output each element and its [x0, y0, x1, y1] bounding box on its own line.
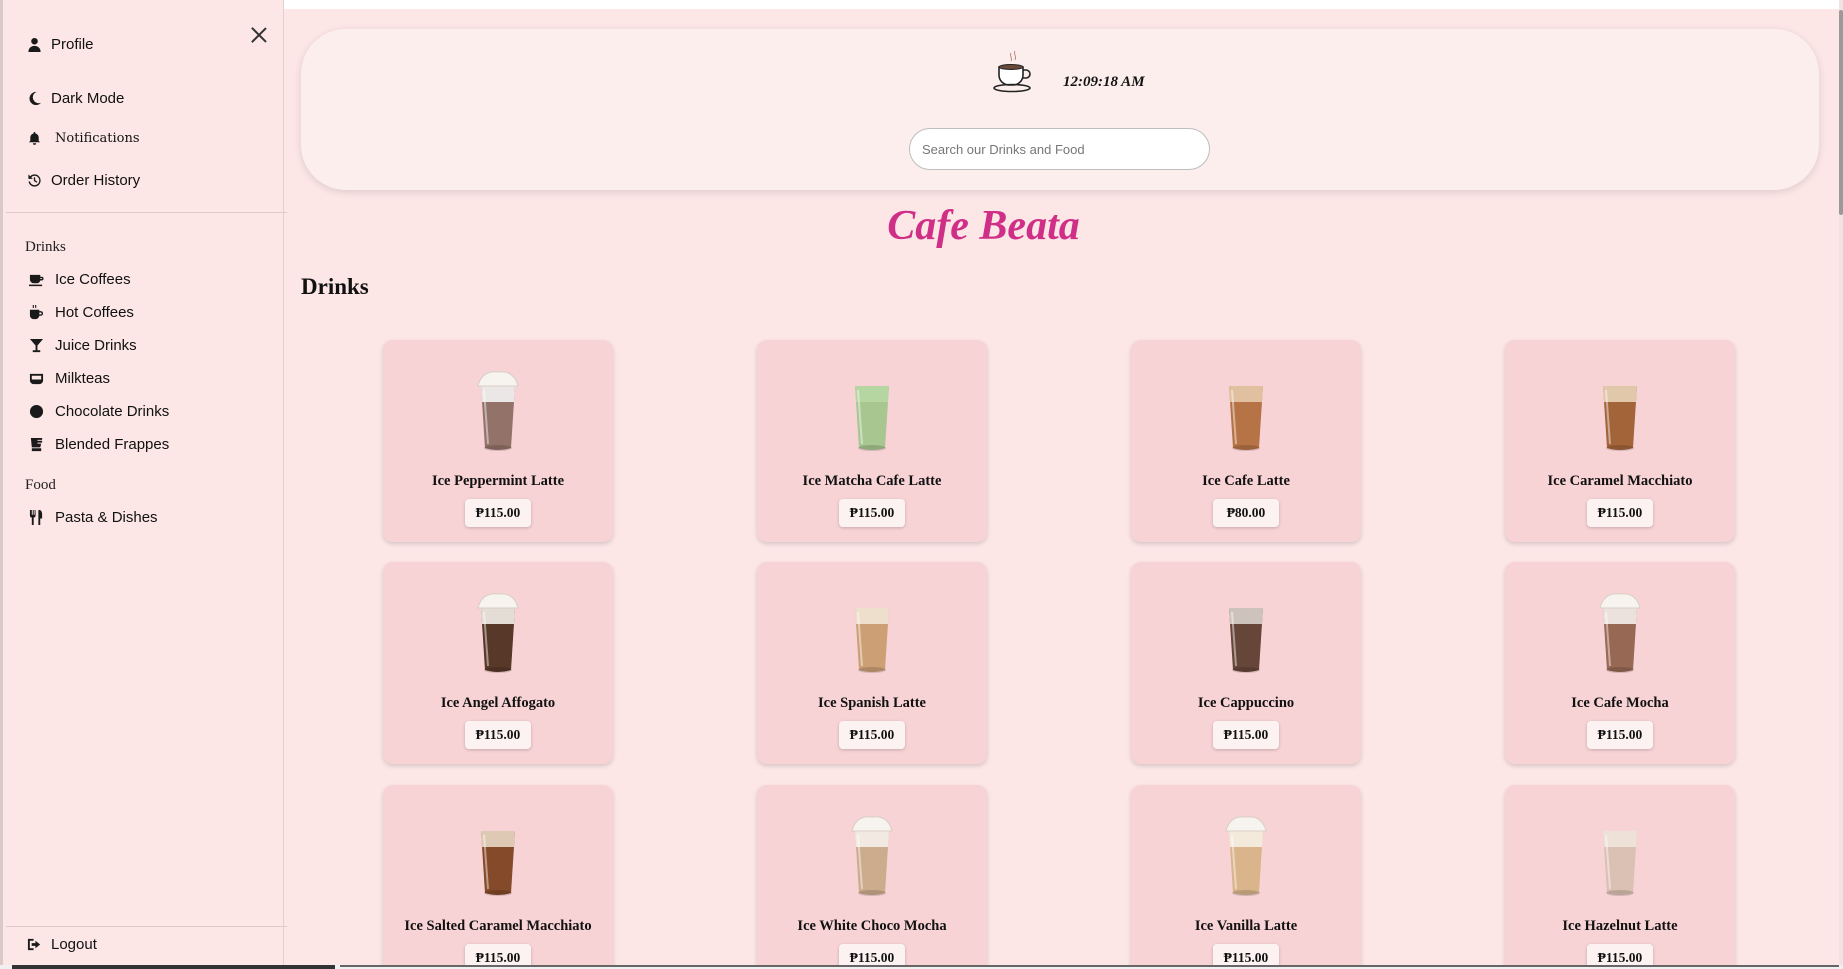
user-icon	[25, 37, 43, 53]
product-name: Ice Vanilla Latte	[1194, 918, 1298, 934]
sidebar: Profile Dark Mode Notifications Order Hi…	[0, 0, 287, 969]
product-card[interactable]: Ice Spanish Latte ₱115.00	[757, 562, 987, 764]
sidebar-item-order-history[interactable]: Order History	[25, 172, 140, 189]
drink-image	[481, 831, 515, 896]
drink-image	[1599, 593, 1641, 673]
utensils-icon	[27, 510, 45, 525]
category-label: Hot Coffees	[55, 304, 134, 321]
product-card[interactable]: Ice Peppermint Latte ₱115.00	[383, 340, 613, 542]
clock-time: 12:09:18 AM	[1063, 74, 1145, 90]
sidebar-item-pasta-dishes[interactable]: Pasta & Dishes	[27, 509, 158, 526]
product-price: ₱115.00	[465, 721, 531, 749]
product-name: Ice Caramel Macchiato	[1547, 473, 1693, 489]
product-price: ₱115.00	[465, 499, 531, 527]
category-label: Blended Frappes	[55, 436, 170, 453]
sidebar-item-label: Order History	[51, 172, 141, 189]
drink-image	[1225, 816, 1267, 896]
sidebar-item-blended-frappes[interactable]: Blended Frappes	[27, 436, 169, 453]
sidebar-item-juice-drinks[interactable]: Juice Drinks	[27, 337, 137, 354]
drink-image	[1229, 608, 1263, 673]
product-card[interactable]: Ice Cappuccino ₱115.00	[1131, 562, 1361, 764]
bell-icon	[25, 130, 43, 146]
drink-image	[855, 608, 889, 673]
product-card[interactable]: Ice White Choco Mocha ₱115.00	[757, 785, 987, 969]
cookie-icon	[27, 404, 45, 419]
drink-image	[1603, 831, 1637, 896]
product-card[interactable]: Ice Caramel Macchiato ₱115.00	[1505, 340, 1735, 542]
product-name: Ice Salted Caramel Macchiato	[404, 918, 592, 934]
top-strip	[284, 0, 1839, 9]
product-name: Ice Cappuccino	[1197, 695, 1295, 711]
sidebar-item-notifications[interactable]: Notifications	[25, 130, 140, 146]
logout-button[interactable]: Logout	[25, 936, 97, 953]
sidebar-item-profile[interactable]: Profile	[25, 36, 94, 53]
category-label: Ice Coffees	[55, 271, 131, 288]
sidebar-item-hot-coffees[interactable]: Hot Coffees	[27, 304, 134, 321]
blender-icon	[27, 437, 45, 452]
product-name: Ice Hazelnut Latte	[1562, 918, 1678, 934]
drink-image	[855, 386, 889, 451]
product-card[interactable]: Ice Cafe Latte ₱80.00	[1131, 340, 1361, 542]
product-name: Ice Spanish Latte	[818, 695, 926, 711]
sidebar-item-ice-coffees[interactable]: Ice Coffees	[27, 271, 131, 288]
brand-title: Cafe Beata	[0, 202, 1843, 250]
mug-hot-icon	[27, 305, 45, 320]
sidebar-divider	[6, 926, 287, 927]
history-icon	[25, 173, 43, 189]
food-heading: Food	[25, 477, 56, 493]
product-name: Ice Matcha Cafe Latte	[802, 473, 942, 489]
product-card[interactable]: Ice Vanilla Latte ₱115.00	[1131, 785, 1361, 969]
logout-icon	[25, 937, 43, 953]
product-price: ₱115.00	[1587, 499, 1653, 527]
product-card[interactable]: Ice Hazelnut Latte ₱115.00	[1505, 785, 1735, 969]
product-name: Ice Cafe Mocha	[1571, 695, 1669, 711]
category-label: Juice Drinks	[55, 337, 137, 354]
close-sidebar-button[interactable]	[248, 24, 270, 46]
moon-icon	[25, 91, 43, 107]
category-label: Milkteas	[55, 370, 111, 387]
cocktail-icon	[27, 338, 45, 353]
header-panel: 12:09:18 AM	[301, 29, 1819, 190]
scrollbar-thumb[interactable]	[1839, 10, 1843, 215]
category-label: Chocolate Drinks	[55, 403, 170, 420]
product-card[interactable]: Ice Salted Caramel Macchiato ₱115.00	[383, 785, 613, 969]
sidebar-item-dark-mode[interactable]: Dark Mode	[25, 90, 124, 107]
logout-label: Logout	[51, 936, 97, 953]
product-price: ₱80.00	[1213, 499, 1279, 527]
category-label: Pasta & Dishes	[55, 509, 158, 526]
mug-icon	[27, 272, 45, 287]
bowl-icon	[27, 371, 45, 386]
drink-image	[477, 593, 519, 673]
section-title: Drinks	[301, 274, 369, 299]
product-name: Ice White Choco Mocha	[797, 918, 947, 934]
bottom-bar	[0, 965, 1843, 969]
drink-image	[1229, 386, 1263, 451]
product-card[interactable]: Ice Matcha Cafe Latte ₱115.00	[757, 340, 987, 542]
product-price: ₱115.00	[839, 499, 905, 527]
brand-title-text: Cafe Beata	[887, 203, 1080, 249]
coffee-cup-icon	[993, 50, 1031, 93]
product-price: ₱115.00	[1587, 721, 1653, 749]
sidebar-item-label: Notifications	[55, 130, 140, 146]
drink-image	[477, 371, 519, 451]
product-name: Ice Angel Affogato	[440, 695, 556, 711]
sidebar-item-label: Profile	[51, 36, 94, 53]
search-input[interactable]	[909, 128, 1210, 170]
sidebar-item-label: Dark Mode	[51, 90, 125, 107]
sidebar-item-chocolate-drinks[interactable]: Chocolate Drinks	[27, 403, 169, 420]
product-name: Ice Cafe Latte	[1202, 473, 1290, 489]
product-price: ₱115.00	[839, 721, 905, 749]
product-price: ₱115.00	[1213, 721, 1279, 749]
sidebar-item-milkteas[interactable]: Milkteas	[27, 370, 110, 387]
product-card[interactable]: Ice Cafe Mocha ₱115.00	[1505, 562, 1735, 764]
drink-image	[851, 816, 893, 896]
product-card[interactable]: Ice Angel Affogato ₱115.00	[383, 562, 613, 764]
drink-image	[1603, 386, 1637, 451]
product-name: Ice Peppermint Latte	[431, 473, 565, 489]
